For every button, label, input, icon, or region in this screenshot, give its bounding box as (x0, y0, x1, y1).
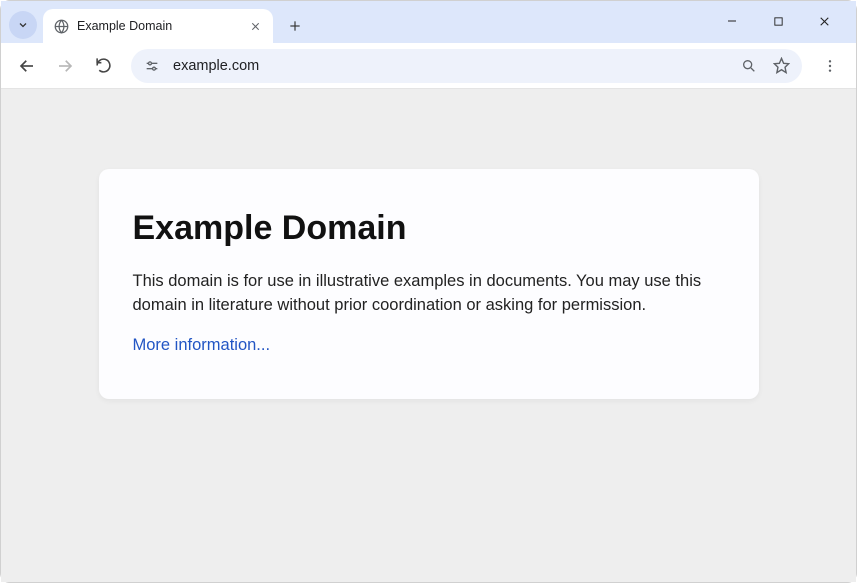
minimize-icon (726, 15, 738, 27)
plus-icon (288, 19, 302, 33)
tab-title: Example Domain (77, 19, 239, 33)
browser-menu-button[interactable] (814, 50, 846, 82)
address-bar[interactable] (131, 49, 802, 83)
arrow-left-icon (18, 57, 36, 75)
forward-button[interactable] (49, 50, 81, 82)
more-vertical-icon (822, 58, 838, 74)
window-minimize-button[interactable] (718, 7, 746, 35)
more-info-link[interactable]: More information... (133, 336, 271, 354)
maximize-icon (773, 16, 784, 27)
tab-close-button[interactable] (247, 18, 263, 34)
bookmark-button[interactable] (770, 55, 792, 77)
tune-icon (144, 58, 160, 74)
star-icon (773, 57, 790, 74)
new-tab-button[interactable] (281, 12, 309, 40)
window-close-button[interactable] (810, 7, 838, 35)
reload-icon (95, 57, 112, 74)
site-info-button[interactable] (141, 55, 163, 77)
magnifier-icon (741, 58, 757, 74)
page-body: This domain is for use in illustrative e… (133, 270, 725, 318)
arrow-right-icon (56, 57, 74, 75)
tab-strip: Example Domain (1, 1, 856, 43)
window-maximize-button[interactable] (764, 7, 792, 35)
page-heading: Example Domain (133, 209, 725, 248)
window-controls (718, 7, 848, 35)
search-tabs-button[interactable] (9, 11, 37, 39)
zoom-button[interactable] (738, 55, 760, 77)
toolbar (1, 43, 856, 89)
close-icon (818, 15, 831, 28)
reload-button[interactable] (87, 50, 119, 82)
browser-tab[interactable]: Example Domain (43, 9, 273, 43)
url-input[interactable] (173, 58, 728, 74)
close-icon (250, 21, 261, 32)
page-viewport: Example Domain This domain is for use in… (1, 89, 856, 582)
globe-icon (53, 18, 69, 34)
content-card: Example Domain This domain is for use in… (99, 169, 759, 399)
chevron-down-icon (17, 19, 29, 31)
back-button[interactable] (11, 50, 43, 82)
